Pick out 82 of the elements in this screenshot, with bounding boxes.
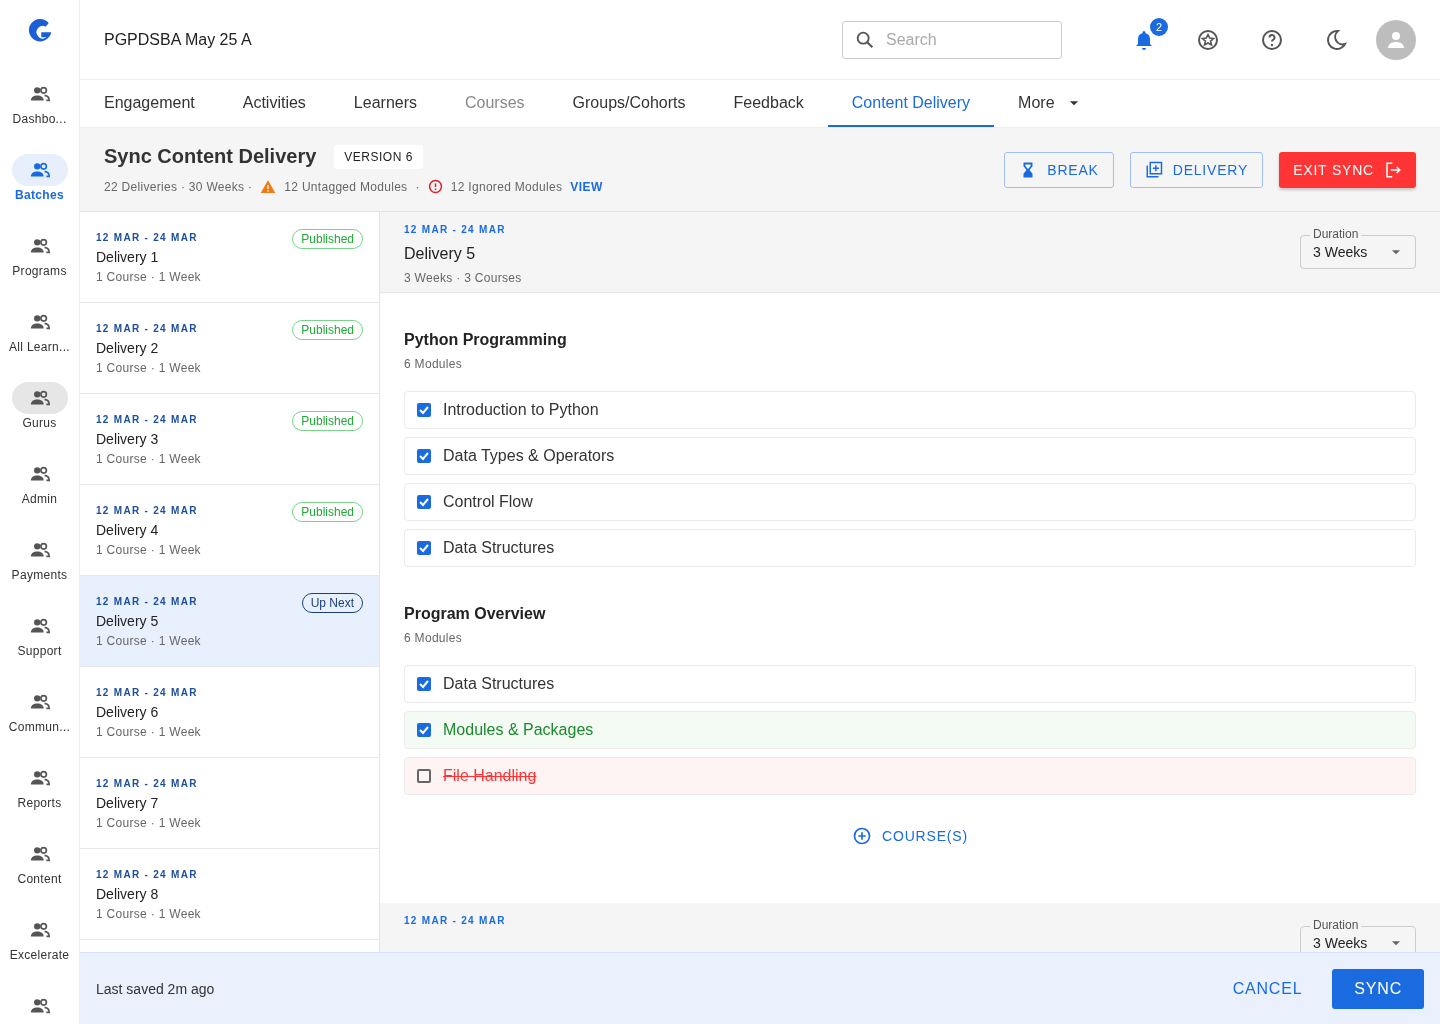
module-row[interactable]: Data Types & Operators bbox=[404, 437, 1416, 475]
module-row[interactable]: Data Structures bbox=[404, 665, 1416, 703]
batch-title: PGPDSBA May 25 A bbox=[104, 30, 253, 49]
module-count: 6 Modules bbox=[404, 631, 464, 645]
tab[interactable]: Engagement bbox=[80, 80, 219, 127]
tab[interactable]: Learners bbox=[329, 80, 441, 127]
course-title: Python Programming bbox=[404, 331, 568, 349]
date-range: 12 MAR - 24 MAR bbox=[96, 596, 198, 607]
delivery-item[interactable]: 12 MAR - 24 MAR Delivery 5 1 Course · 1 Week Up Next bbox=[80, 576, 379, 667]
date-range: 12 MAR - 24 MAR bbox=[404, 224, 506, 235]
delivery-meta: 1 Course · 1 Week bbox=[96, 816, 202, 830]
field-label: Duration bbox=[1310, 918, 1362, 932]
nav-item[interactable]: Payments bbox=[0, 534, 79, 610]
add-course-button[interactable]: COURSE(S) bbox=[846, 825, 974, 847]
module-count: 6 Modules bbox=[404, 357, 464, 371]
delivery-title: Delivery 5 bbox=[404, 245, 477, 263]
course-title: Program Overview bbox=[404, 605, 547, 623]
nav-item[interactable]: Dashbo... bbox=[0, 78, 79, 154]
nav-item[interactable]: All Learn... bbox=[0, 306, 79, 382]
untagged-text: 12 Untagged Modules bbox=[284, 179, 408, 194]
date-range: 12 MAR - 24 MAR bbox=[96, 323, 198, 334]
notification-badge: 2 bbox=[1150, 17, 1168, 36]
date-range: 12 MAR - 24 MAR bbox=[96, 778, 198, 789]
tab[interactable]: More bbox=[994, 80, 1105, 127]
add-delivery-button[interactable]: DELIVERY bbox=[1129, 151, 1264, 188]
delivery-name: Delivery 1 bbox=[96, 249, 160, 265]
date-range: 12 MAR - 24 MAR bbox=[96, 869, 198, 880]
delivery-item[interactable]: 12 MAR - 24 MAR Delivery 2 1 Course · 1 Week Published bbox=[80, 303, 379, 394]
ignored-text: 12 Ignored Modules bbox=[450, 179, 563, 194]
delivery-meta: 1 Course · 1 Week bbox=[96, 270, 202, 284]
delivery-name: Delivery 6 bbox=[96, 704, 160, 720]
page-title: Sync Content Delivery bbox=[104, 145, 317, 168]
summary-text: 22 Deliveries · 30 Weeks · bbox=[104, 179, 253, 194]
version-badge: VERSION 6 bbox=[334, 144, 423, 169]
module-row[interactable]: Control Flow bbox=[404, 483, 1416, 521]
module-row[interactable]: Modules & Packages bbox=[404, 711, 1416, 749]
separator-dot: · bbox=[415, 179, 420, 194]
nav-item[interactable]: Content bbox=[0, 838, 79, 914]
break-button[interactable]: BREAK bbox=[1004, 151, 1114, 188]
tab[interactable]: Activities bbox=[218, 80, 330, 127]
delivery-item[interactable]: 12 MAR - 24 MAR Delivery 3 1 Course · 1 Week Published bbox=[80, 394, 379, 485]
nav-item[interactable]: Batches bbox=[0, 154, 79, 230]
delivery-meta: 1 Course · 1 Week bbox=[96, 725, 202, 739]
date-range: 12 MAR - 24 MAR bbox=[96, 232, 198, 243]
delivery-name: Delivery 7 bbox=[96, 795, 160, 811]
view-link[interactable]: VIEW bbox=[570, 179, 603, 194]
date-range: 12 MAR - 24 MAR bbox=[404, 915, 506, 926]
nav-item[interactable]: Excelerate bbox=[0, 914, 79, 990]
nav-item[interactable]: Reports bbox=[0, 762, 79, 838]
nav-item[interactable]: Admin bbox=[0, 458, 79, 534]
module-row[interactable]: Introduction to Python bbox=[404, 391, 1416, 429]
nav-item[interactable]: Gurus bbox=[0, 382, 79, 458]
delivery-item[interactable]: 12 MAR - 24 MAR Delivery 6 1 Course · 1 Week bbox=[80, 667, 379, 758]
delivery-meta: 1 Course · 1 Week bbox=[96, 452, 202, 466]
search-field[interactable]: Search bbox=[842, 20, 1062, 59]
delivery-name: Delivery 3 bbox=[96, 431, 160, 447]
delivery-name: Delivery 4 bbox=[96, 522, 160, 538]
sync-button[interactable]: SYNC bbox=[1332, 968, 1424, 1009]
save-status: Last saved 2m ago bbox=[96, 980, 216, 997]
nav-item[interactable]: Programs bbox=[0, 230, 79, 306]
tab[interactable]: Feedback bbox=[709, 80, 828, 127]
delivery-name: Delivery 2 bbox=[96, 340, 160, 356]
delivery-item[interactable]: 12 MAR - 24 MAR Delivery 8 1 Course · 1 Week bbox=[80, 849, 379, 940]
date-range: 12 MAR - 24 MAR bbox=[96, 505, 198, 516]
tab[interactable]: Groups/Cohorts bbox=[548, 80, 710, 127]
delivery-meta: 1 Course · 1 Week bbox=[96, 543, 202, 557]
delivery-meta: 1 Course · 1 Week bbox=[96, 634, 202, 648]
delivery-meta: 1 Course · 1 Week bbox=[96, 907, 202, 921]
module-row[interactable]: Data Structures bbox=[404, 529, 1416, 567]
delivery-meta: 1 Course · 1 Week bbox=[96, 361, 202, 375]
cancel-button[interactable]: CANCEL bbox=[1210, 968, 1325, 1009]
delivery-item[interactable]: 12 MAR - 24 MAR Delivery 1 1 Course · 1 Week Published bbox=[80, 212, 379, 303]
delivery-meta: 3 Weeks · 3 Courses bbox=[404, 271, 523, 285]
date-range: 12 MAR - 24 MAR bbox=[96, 687, 198, 698]
nav-item[interactable]: Support bbox=[0, 610, 79, 686]
delivery-name: Delivery 8 bbox=[96, 886, 160, 902]
field-label: Duration bbox=[1310, 227, 1362, 241]
nav-item[interactable]: Commun... bbox=[0, 686, 79, 762]
delivery-name: Delivery 5 bbox=[96, 613, 160, 629]
date-range: 12 MAR - 24 MAR bbox=[96, 414, 198, 425]
delivery-item[interactable]: 12 MAR - 24 MAR Delivery 7 1 Course · 1 Week bbox=[80, 758, 379, 849]
exit-sync-button[interactable]: EXIT SYNC bbox=[1279, 151, 1416, 188]
